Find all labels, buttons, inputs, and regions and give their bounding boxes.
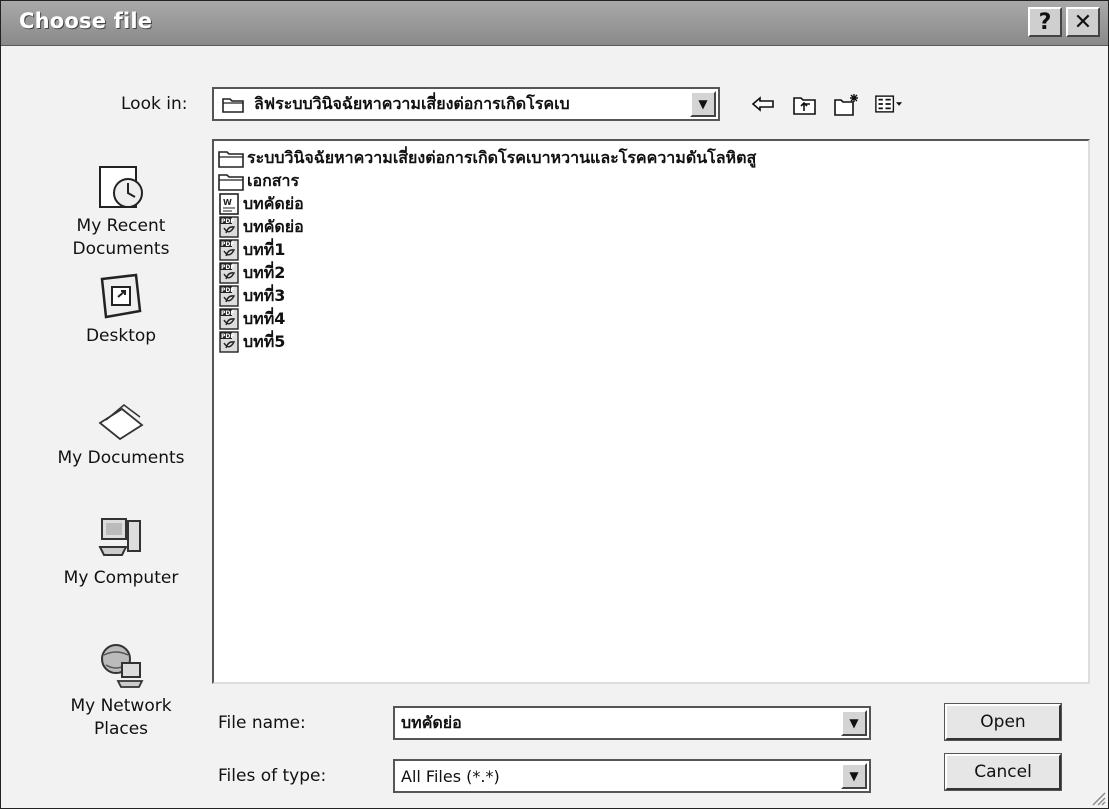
list-item[interactable]: PDF บทที่3 [218, 285, 285, 307]
pdf-icon: PDF [219, 216, 239, 238]
folder-icon [218, 151, 244, 168]
list-item[interactable]: PDF บทคัดย่อ [218, 216, 304, 238]
cancel-button[interactable]: Cancel [944, 753, 1062, 791]
pdf-icon: PDF [219, 285, 239, 307]
files-of-type-value: All Files (*.*) [401, 766, 500, 786]
place-my-network-places[interactable]: My Network Places [41, 641, 201, 741]
list-item[interactable]: ระบบวินิจฉัยหาความเสี่ยงต่อการเกิดโรคเบา… [218, 147, 756, 169]
window-title: Choose file [19, 9, 153, 33]
file-name-label: File name: [218, 713, 306, 733]
svg-text:PDF: PDF [221, 218, 234, 225]
place-label: My Documents [57, 448, 185, 468]
place-label: Documents [72, 239, 170, 259]
files-of-type-dropdown[interactable]: All Files (*.*) ▼ [393, 759, 871, 793]
file-name: บทคัดย่อ [243, 193, 304, 213]
file-name: บทที่1 [243, 239, 286, 259]
place-label: My Network [70, 696, 172, 716]
file-list[interactable]: ระบบวินิจฉัยหาความเสี่ยงต่อการเกิดโรคเบา… [212, 139, 1090, 684]
toolbar [749, 87, 903, 121]
place-desktop[interactable]: Desktop [41, 271, 201, 348]
look-in-value: ลิฟระบบวินิจฉัยหาความเสี่ยงต่อการเกิดโรค… [254, 93, 570, 113]
folder-icon [218, 174, 244, 191]
file-name-field[interactable]: บทคัดย่อ ▼ [393, 706, 871, 740]
pdf-icon: PDF [219, 262, 239, 284]
recent-documents-icon [99, 166, 143, 208]
svg-text:PDF: PDF [221, 287, 234, 294]
chevron-down-icon[interactable]: ▼ [841, 710, 867, 736]
file-name: เอกสาร [247, 170, 300, 190]
views-menu-icon[interactable] [875, 90, 903, 118]
place-my-recent-documents[interactable]: My Recent Documents [41, 161, 201, 261]
up-folder-icon[interactable] [791, 90, 819, 118]
network-places-icon [101, 644, 144, 688]
my-documents-icon [98, 404, 144, 441]
file-name: บทที่4 [243, 308, 286, 328]
folder-icon [222, 98, 244, 113]
file-name: บทคัดย่อ [243, 216, 304, 236]
file-name: บทที่3 [243, 285, 286, 305]
place-my-documents[interactable]: My Documents [41, 393, 201, 470]
svg-text:W: W [223, 198, 232, 207]
list-item[interactable]: เอกสาร [218, 170, 299, 192]
pdf-icon: PDF [219, 239, 239, 261]
place-label: Places [93, 719, 149, 739]
close-button[interactable]: ✕ [1066, 7, 1100, 37]
list-item[interactable]: PDF บทที่2 [218, 262, 285, 284]
pdf-icon: PDF [219, 308, 239, 330]
look-in-label: Look in: [121, 94, 188, 114]
list-item[interactable]: PDF บทที่5 [218, 331, 285, 353]
file-name: ระบบวินิจฉัยหาความเสี่ยงต่อการเกิดโรคเบา… [247, 147, 757, 167]
title-bar[interactable]: Choose file ? ✕ [1, 1, 1108, 46]
svg-text:PDF: PDF [221, 333, 234, 340]
chevron-down-icon[interactable]: ▼ [690, 91, 716, 117]
look-in-dropdown[interactable]: ลิฟระบบวินิจฉัยหาความเสี่ยงต่อการเกิดโรค… [212, 87, 720, 121]
list-item[interactable]: PDF บทที่4 [218, 308, 285, 330]
files-of-type-label: Files of type: [218, 766, 327, 786]
choose-file-dialog: Choose file ? ✕ Look in: ลิฟระบบวินิจฉัย… [0, 0, 1109, 809]
place-my-computer[interactable]: My Computer [41, 513, 201, 590]
svg-text:PDF: PDF [221, 310, 234, 317]
back-icon[interactable] [749, 90, 777, 118]
pdf-icon: PDF [219, 331, 239, 353]
computer-icon [98, 518, 141, 556]
file-name-value[interactable]: บทคัดย่อ [395, 711, 841, 736]
svg-text:PDF: PDF [221, 241, 234, 248]
resize-grip-icon[interactable] [1090, 790, 1106, 806]
file-name: บทที่5 [243, 331, 286, 351]
open-button[interactable]: Open [944, 703, 1062, 741]
svg-text:PDF: PDF [221, 264, 234, 271]
chevron-down-icon[interactable]: ▼ [841, 763, 867, 789]
file-name: บทที่2 [243, 262, 286, 282]
place-label: Desktop [85, 326, 157, 346]
list-item[interactable]: W บทคัดย่อ [218, 193, 304, 215]
help-button[interactable]: ? [1028, 7, 1062, 37]
desktop-icon [100, 273, 142, 319]
list-item[interactable]: PDF บทที่1 [218, 239, 285, 261]
place-label: My Recent [76, 216, 166, 236]
new-folder-icon[interactable] [833, 90, 861, 118]
place-label: My Computer [63, 568, 179, 588]
word-document-icon: W [219, 193, 239, 215]
